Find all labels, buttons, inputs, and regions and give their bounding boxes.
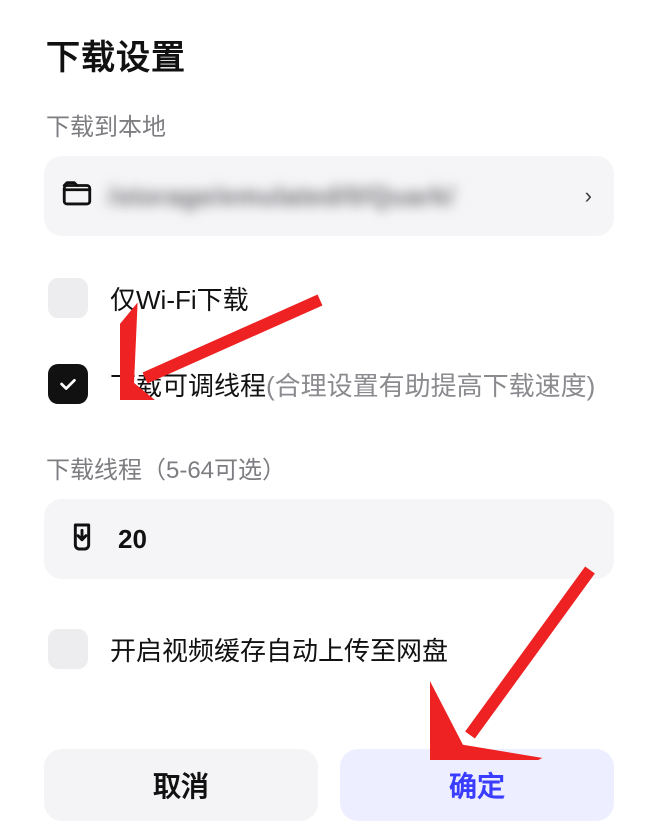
- option-auto-upload-cloud[interactable]: 开启视频缓存自动上传至网盘: [48, 629, 614, 669]
- checkbox-auto-upload-cloud[interactable]: [48, 629, 88, 669]
- option-auto-upload-cloud-label: 开启视频缓存自动上传至网盘: [110, 631, 448, 668]
- section-label-download-path: 下载到本地: [46, 107, 614, 142]
- option-adjustable-threads[interactable]: 下载可调线程(合理设置有助提高下载速度): [48, 364, 614, 404]
- page-title: 下载设置: [46, 30, 614, 79]
- download-path-value: /storage/emulated/0/Quark/: [108, 181, 571, 212]
- section-label-threads: 下载线程（5-64可选）: [46, 450, 614, 485]
- folder-icon: [60, 177, 94, 216]
- chevron-right-icon: ›: [585, 183, 592, 209]
- thread-count-row[interactable]: 20: [44, 499, 614, 579]
- option-wifi-only-label: 仅Wi-Fi下载: [110, 280, 249, 317]
- checkbox-adjustable-threads[interactable]: [48, 364, 88, 404]
- thread-count-value: 20: [118, 524, 147, 555]
- option-adjustable-threads-hint: (合理设置有助提高下载速度): [266, 371, 595, 401]
- option-adjustable-threads-text: 下载可调线程: [110, 371, 266, 401]
- option-adjustable-threads-label: 下载可调线程(合理设置有助提高下载速度): [110, 366, 595, 403]
- cancel-button[interactable]: 取消: [44, 749, 318, 821]
- checkbox-wifi-only[interactable]: [48, 278, 88, 318]
- option-wifi-only[interactable]: 仅Wi-Fi下载: [48, 278, 614, 318]
- download-count-icon: [66, 521, 98, 558]
- download-path-row[interactable]: /storage/emulated/0/Quark/ ›: [44, 156, 614, 236]
- ok-button[interactable]: 确定: [340, 749, 614, 821]
